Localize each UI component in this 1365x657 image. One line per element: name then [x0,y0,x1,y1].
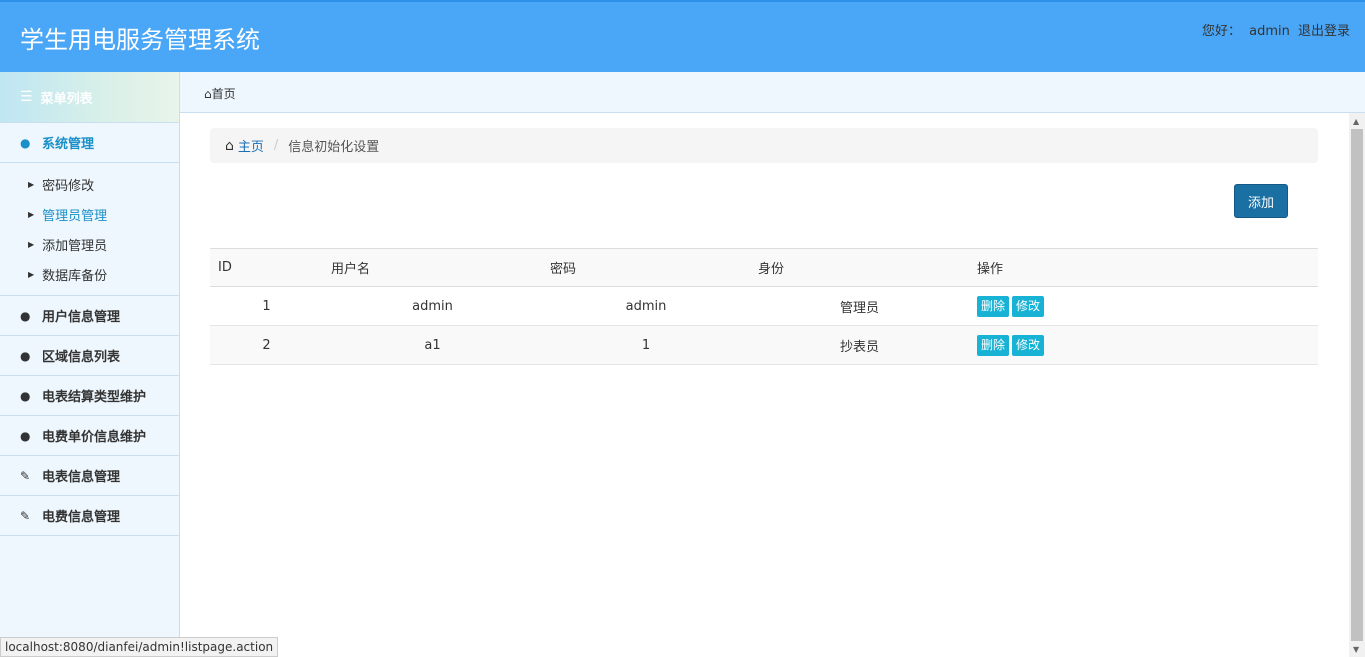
sidebar-group-label: 电费信息管理 [42,510,121,525]
cell-username: a1 [323,325,542,365]
tab-home-label: 首页 [211,87,236,101]
top-header: 学生用电服务管理系统 您好： admin 退出登录 [0,0,1365,72]
logout-link[interactable]: 退出登录 [1298,24,1350,39]
scroll-up-arrow-icon[interactable]: ▲ [1353,117,1359,126]
sidebar-submenu: ▶ 密码修改 ▶ 管理员管理 ▶ 添加管理员 ▶ 数据库备份 [0,163,179,296]
edit-button[interactable]: 修改 [1012,334,1045,356]
sidebar-item-change-password[interactable]: ▶ 密码修改 [0,169,179,199]
column-header-username: 用户名 [323,248,542,287]
cell-id: 2 [210,325,323,365]
greeting-text: 您好： [1201,24,1241,39]
user-icon: ● [20,348,31,363]
sidebar-item-admin-manage[interactable]: ▶ 管理员管理 [0,199,179,229]
sidebar: ☰ 菜单列表 ● 系统管理 ▶ 密码修改 ▶ 管理员管理 ▶ 添加管理员 ▶ 数… [0,72,180,657]
vertical-scrollbar[interactable]: ▲ ▼ [1349,113,1365,657]
add-button[interactable]: 添加 [1234,184,1288,218]
column-header-role: 身份 [750,248,969,287]
user-area: 您好： admin 退出登录 [1198,20,1350,39]
column-header-password: 密码 [542,248,750,287]
cell-username: admin [323,286,542,326]
sidebar-group-meter-settlement[interactable]: ● 电表结算类型维护 [0,376,179,416]
scroll-down-arrow-icon[interactable]: ▼ [1353,645,1359,654]
home-icon: ⌂ [225,137,234,154]
edit-icon: ✎ [20,468,31,483]
sidebar-group-unit-price[interactable]: ● 电费单价信息维护 [0,416,179,456]
sidebar-item-label: 添加管理员 [42,238,108,254]
sidebar-group-meter-info[interactable]: ✎ 电表信息管理 [0,456,179,496]
status-bar-url: localhost:8080/dianfei/admin!listpage.ac… [0,637,279,657]
breadcrumb: ⌂ 主页 / 信息初始化设置 [210,128,1318,163]
cell-role: 抄表员 [750,325,969,365]
main-content: ⌂ 主页 / 信息初始化设置 添加 ID 用户名 密码 身份 操作 1 admi… [180,113,1349,657]
home-icon: ⌂ [204,87,212,101]
user-icon: ● [20,388,31,403]
cell-password: 1 [542,325,750,365]
sidebar-item-label: 密码修改 [42,178,95,194]
sidebar-group-region-list[interactable]: ● 区域信息列表 [0,336,179,376]
caret-right-icon: ▶ [28,179,35,189]
cell-password: admin [542,286,750,326]
sidebar-group-user-info[interactable]: ● 用户信息管理 [0,296,179,336]
sidebar-item-label: 管理员管理 [42,208,108,224]
sidebar-group-label: 电表结算类型维护 [42,390,147,405]
cell-actions: 删除 修改 [969,325,1318,365]
scrollbar-thumb[interactable] [1351,129,1363,641]
caret-right-icon: ▶ [28,269,35,279]
breadcrumb-home-label: 主页 [237,140,264,155]
sidebar-group-label: 电费单价信息维护 [42,430,147,445]
caret-right-icon: ▶ [28,209,35,219]
user-icon: ● [20,308,31,323]
sidebar-group-label: 系统管理 [42,137,95,152]
sidebar-group-label: 用户信息管理 [42,310,121,325]
breadcrumb-home[interactable]: ⌂ 主页 [225,136,264,156]
user-icon: ● [20,135,31,150]
sidebar-item-add-admin[interactable]: ▶ 添加管理员 [0,229,179,259]
column-header-id: ID [210,248,323,287]
username-text: admin [1249,24,1290,39]
sidebar-item-label: 数据库备份 [42,268,108,284]
edit-button[interactable]: 修改 [1012,295,1045,317]
tab-bar: ⌂首页 [180,72,1365,113]
delete-button[interactable]: 删除 [977,295,1010,317]
list-icon: ☰ [20,89,33,105]
app-title: 学生用电服务管理系统 [20,26,260,54]
delete-button[interactable]: 删除 [977,334,1010,356]
menu-title: 菜单列表 [40,91,93,107]
breadcrumb-separator: / [273,138,279,153]
table-row: 2 a1 1 抄表员 删除 修改 [210,325,1318,365]
cell-id: 1 [210,286,323,326]
caret-right-icon: ▶ [28,239,35,249]
sidebar-group-label: 区域信息列表 [42,350,121,365]
edit-icon: ✎ [20,508,31,523]
breadcrumb-current: 信息初始化设置 [288,140,380,155]
sidebar-group-fee-info[interactable]: ✎ 电费信息管理 [0,496,179,536]
admin-table: ID 用户名 密码 身份 操作 1 admin admin 管理员 删除 修改 2… [210,248,1318,365]
sidebar-group-system[interactable]: ● 系统管理 [0,123,179,163]
user-icon: ● [20,428,31,443]
menu-header: ☰ 菜单列表 [0,72,179,123]
table-header-row: ID 用户名 密码 身份 操作 [210,248,1318,287]
sidebar-item-db-backup[interactable]: ▶ 数据库备份 [0,259,179,289]
sidebar-group-label: 电表信息管理 [42,470,121,485]
cell-role: 管理员 [750,286,969,326]
column-header-actions: 操作 [969,248,1318,287]
cell-actions: 删除 修改 [969,286,1318,326]
table-row: 1 admin admin 管理员 删除 修改 [210,286,1318,326]
tab-home[interactable]: ⌂首页 [204,85,236,102]
